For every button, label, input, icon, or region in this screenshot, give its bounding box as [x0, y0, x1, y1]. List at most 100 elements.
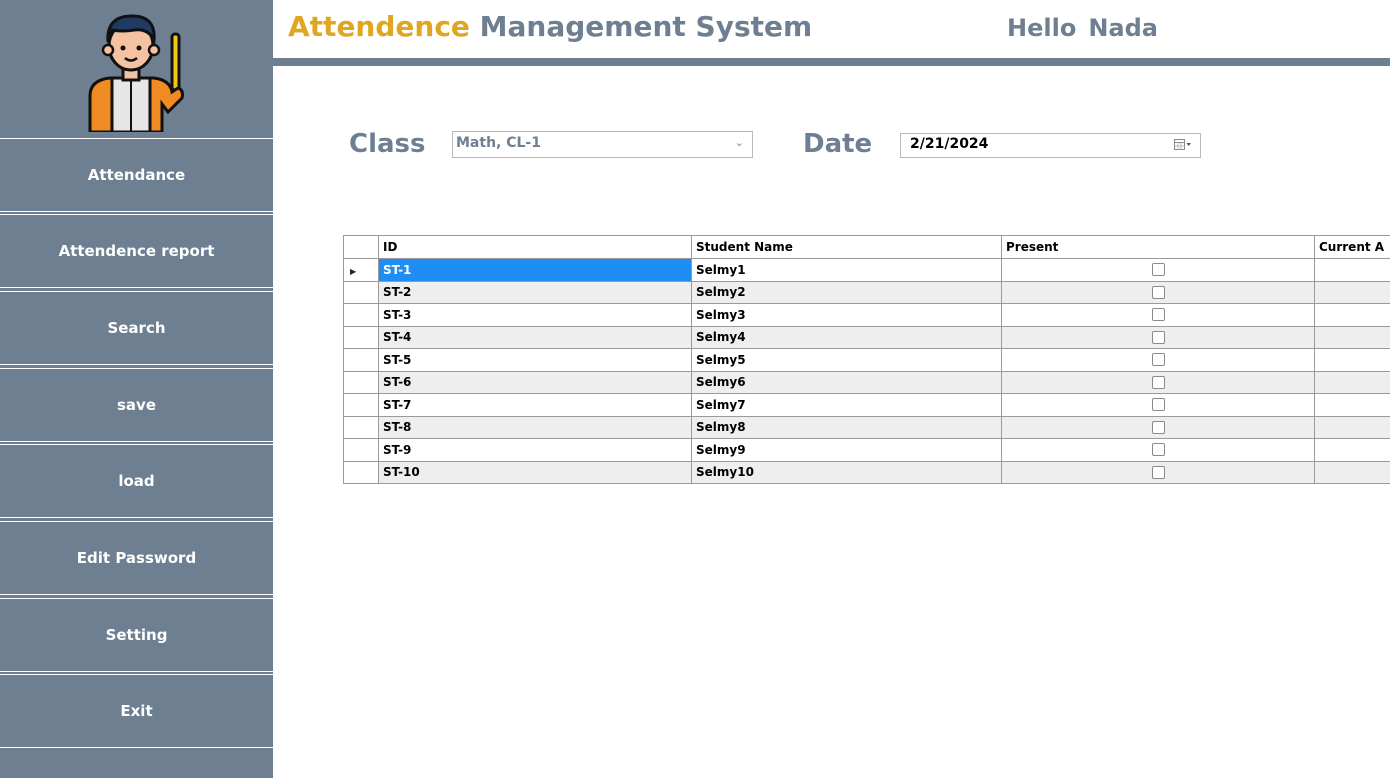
- cell-present[interactable]: [1001, 258, 1315, 282]
- present-checkbox[interactable]: [1151, 263, 1165, 277]
- greeting-text: Hello: [1007, 14, 1077, 42]
- logo: [0, 0, 273, 138]
- row-header[interactable]: [343, 393, 379, 417]
- table-row[interactable]: ST-3 Selmy3: [343, 303, 1390, 327]
- cell-present[interactable]: [1001, 393, 1315, 417]
- present-checkbox[interactable]: [1151, 465, 1165, 479]
- row-header[interactable]: [343, 370, 379, 394]
- table-row[interactable]: ST-8 Selmy8: [343, 415, 1390, 439]
- cell-id[interactable]: ST-1: [378, 258, 692, 282]
- cell-student-name[interactable]: Selmy6: [691, 370, 1002, 394]
- sidebar-item-label: Exit: [120, 702, 153, 720]
- cell-id[interactable]: ST-5: [378, 348, 692, 372]
- class-select-value: Math, CL-1: [456, 135, 541, 151]
- present-checkbox[interactable]: [1151, 398, 1165, 412]
- row-header[interactable]: [343, 325, 379, 349]
- sidebar-item-setting[interactable]: Setting: [0, 598, 273, 672]
- cell-present[interactable]: [1001, 415, 1315, 439]
- table-row[interactable]: ST-4 Selmy4: [343, 325, 1390, 349]
- row-header[interactable]: [343, 460, 379, 484]
- sidebar-item-attendance[interactable]: Attendance: [0, 138, 273, 212]
- cell-student-name[interactable]: Selmy5: [691, 348, 1002, 372]
- header-divider: [273, 58, 1390, 66]
- cell-id[interactable]: ST-2: [378, 280, 692, 304]
- present-checkbox[interactable]: [1151, 443, 1165, 457]
- date-label: Date: [803, 129, 873, 159]
- present-checkbox[interactable]: [1151, 285, 1165, 299]
- cell-current[interactable]: [1314, 280, 1390, 304]
- teacher-icon: [88, 14, 184, 132]
- table-row[interactable]: ST-6 Selmy6: [343, 370, 1390, 394]
- column-header-student-name[interactable]: Student Name: [691, 235, 1002, 259]
- cell-current[interactable]: [1314, 348, 1390, 372]
- cell-current[interactable]: [1314, 460, 1390, 484]
- sidebar-item-search[interactable]: Search: [0, 291, 273, 365]
- cell-present[interactable]: [1001, 325, 1315, 349]
- table-row[interactable]: ST-5 Selmy5: [343, 348, 1390, 372]
- column-header-present[interactable]: Present: [1001, 235, 1315, 259]
- present-checkbox[interactable]: [1151, 375, 1165, 389]
- cell-present[interactable]: [1001, 303, 1315, 327]
- date-picker[interactable]: 2/21/2024: [900, 133, 1201, 158]
- sidebar-item-attendence-report[interactable]: Attendence report: [0, 214, 273, 288]
- cell-current[interactable]: [1314, 258, 1390, 282]
- row-header[interactable]: [343, 438, 379, 462]
- column-header-id[interactable]: ID: [378, 235, 692, 259]
- row-header[interactable]: ▶: [343, 258, 379, 282]
- cell-id[interactable]: ST-6: [378, 370, 692, 394]
- sidebar: Attendance Attendence report Search save…: [0, 0, 273, 778]
- row-header[interactable]: [343, 348, 379, 372]
- cell-student-name[interactable]: Selmy8: [691, 415, 1002, 439]
- cell-id[interactable]: ST-10: [378, 460, 692, 484]
- cell-present[interactable]: [1001, 370, 1315, 394]
- title-accent: Attendence: [288, 10, 470, 43]
- attendance-table: ID Student Name Present Current A ▶ ST-1…: [343, 235, 1390, 484]
- cell-id[interactable]: ST-7: [378, 393, 692, 417]
- column-header-current[interactable]: Current A: [1314, 235, 1390, 259]
- cell-student-name[interactable]: Selmy3: [691, 303, 1002, 327]
- cell-student-name[interactable]: Selmy4: [691, 325, 1002, 349]
- date-picker-value: 2/21/2024: [910, 136, 989, 152]
- cell-id[interactable]: ST-9: [378, 438, 692, 462]
- cell-student-name[interactable]: Selmy9: [691, 438, 1002, 462]
- table-row[interactable]: ST-10 Selmy10: [343, 460, 1390, 484]
- cell-id[interactable]: ST-3: [378, 303, 692, 327]
- cell-student-name[interactable]: Selmy1: [691, 258, 1002, 282]
- current-row-arrow-icon: ▶: [350, 266, 357, 276]
- sidebar-item-save[interactable]: save: [0, 368, 273, 442]
- cell-student-name[interactable]: Selmy10: [691, 460, 1002, 484]
- present-checkbox[interactable]: [1151, 330, 1165, 344]
- row-header[interactable]: [343, 303, 379, 327]
- cell-present[interactable]: [1001, 280, 1315, 304]
- cell-id[interactable]: ST-8: [378, 415, 692, 439]
- sidebar-item-load[interactable]: load: [0, 444, 273, 518]
- sidebar-item-label: Attendence report: [58, 242, 215, 260]
- cell-present[interactable]: [1001, 460, 1315, 484]
- table-row[interactable]: ST-2 Selmy2: [343, 280, 1390, 304]
- cell-current[interactable]: [1314, 303, 1390, 327]
- cell-id[interactable]: ST-4: [378, 325, 692, 349]
- table-row[interactable]: ▶ ST-1 Selmy1: [343, 258, 1390, 282]
- cell-present[interactable]: [1001, 348, 1315, 372]
- table-row[interactable]: ST-7 Selmy7: [343, 393, 1390, 417]
- present-checkbox[interactable]: [1151, 353, 1165, 367]
- cell-current[interactable]: [1314, 393, 1390, 417]
- cell-current[interactable]: [1314, 415, 1390, 439]
- cell-student-name[interactable]: Selmy2: [691, 280, 1002, 304]
- sidebar-item-exit[interactable]: Exit: [0, 674, 273, 748]
- cell-present[interactable]: [1001, 438, 1315, 462]
- class-select[interactable]: Math, CL-1 ⌄: [452, 131, 753, 158]
- table-row[interactable]: ST-9 Selmy9: [343, 438, 1390, 462]
- calendar-icon[interactable]: [1174, 138, 1192, 152]
- row-header[interactable]: [343, 280, 379, 304]
- sidebar-item-edit-password[interactable]: Edit Password: [0, 521, 273, 595]
- sidebar-item-label: load: [118, 472, 155, 490]
- title-main: Management System: [479, 10, 813, 43]
- present-checkbox[interactable]: [1151, 420, 1165, 434]
- cell-student-name[interactable]: Selmy7: [691, 393, 1002, 417]
- cell-current[interactable]: [1314, 438, 1390, 462]
- row-header[interactable]: [343, 415, 379, 439]
- present-checkbox[interactable]: [1151, 308, 1165, 322]
- cell-current[interactable]: [1314, 325, 1390, 349]
- cell-current[interactable]: [1314, 370, 1390, 394]
